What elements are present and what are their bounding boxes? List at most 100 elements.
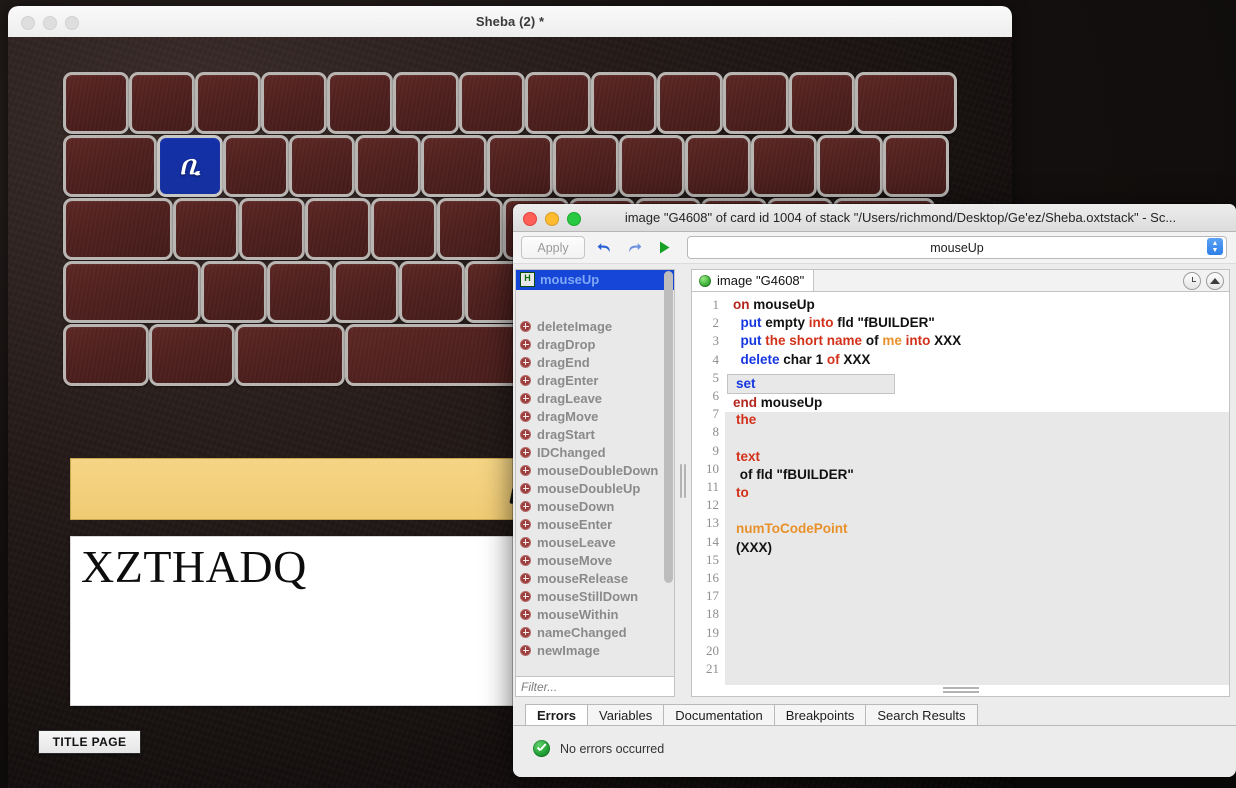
handler-list-item[interactable]: mouseWithin	[516, 605, 674, 623]
script-editor-traffic-lights[interactable]	[523, 212, 581, 226]
keyboard-key[interactable]	[63, 324, 149, 386]
handler-list-item[interactable]: mouseDoubleDown	[516, 461, 674, 479]
keyboard-key[interactable]	[487, 135, 553, 197]
handler-list-item[interactable]: dragMove	[516, 407, 674, 425]
keyboard-key[interactable]	[723, 72, 789, 134]
code-line[interactable]	[725, 594, 1229, 613]
vertical-splitter[interactable]	[675, 264, 691, 697]
run-play-icon[interactable]	[653, 237, 675, 259]
apply-button[interactable]: Apply	[521, 236, 585, 259]
undo-arrow-icon[interactable]	[593, 237, 615, 259]
code-line[interactable]: put the short name of me into XXX	[725, 332, 1229, 350]
redo-arrow-icon[interactable]	[623, 237, 645, 259]
bottom-tab-search-results[interactable]: Search Results	[865, 704, 978, 725]
bottom-tab-variables[interactable]: Variables	[587, 704, 665, 725]
code-line[interactable]	[725, 612, 1229, 631]
keyboard-key[interactable]	[195, 72, 261, 134]
code-line[interactable]	[725, 630, 1229, 649]
keyboard-key[interactable]	[149, 324, 235, 386]
code-line[interactable]: set the text of fld "fBUILDER" to numToC…	[727, 373, 895, 555]
keyboard-key[interactable]: ቢ	[157, 135, 223, 197]
code-line[interactable]: on mouseUp	[725, 296, 1229, 314]
keyboard-key[interactable]	[289, 135, 355, 197]
handler-list-item[interactable]: mouseEnter	[516, 515, 674, 533]
handler-list-item[interactable]: mouseStillDown	[516, 587, 674, 605]
keyboard-key[interactable]	[657, 72, 723, 134]
minimize-button-icon[interactable]	[545, 212, 559, 226]
keyboard-key[interactable]	[817, 135, 883, 197]
title-page-button[interactable]: TITLE PAGE	[38, 730, 141, 754]
code-line[interactable]: delete char 1 of XXX	[725, 351, 1229, 369]
close-button-icon[interactable]	[523, 212, 537, 226]
keyboard-key[interactable]	[459, 72, 525, 134]
chevron-updown-icon[interactable]: ▲ ▼	[1207, 238, 1223, 255]
keyboard-key[interactable]	[63, 261, 201, 323]
keyboard-key[interactable]	[399, 261, 465, 323]
handler-list-selected-item[interactable]: HmouseUp	[516, 270, 674, 290]
code-editor-area[interactable]: 1 2 3 4 5 6 7 8 9 10 11 12 13 14 15 16 17 18 19 20 21 on mou…	[691, 291, 1230, 697]
handler-list-item[interactable]: newImage	[516, 641, 674, 659]
handler-list-item[interactable]: mouseLeave	[516, 533, 674, 551]
chevron-up-icon[interactable]	[1206, 272, 1224, 290]
editor-tabbar[interactable]: image "G4608"	[691, 269, 1230, 291]
keyboard-key[interactable]	[333, 261, 399, 323]
handler-list-panel[interactable]: HmouseUp deleteImage dragDrop dragEnd dragEn…	[515, 269, 675, 697]
keyboard-key[interactable]	[201, 261, 267, 323]
keyboard-key[interactable]	[393, 72, 459, 134]
keyboard-key[interactable]	[305, 198, 371, 260]
stack-titlebar[interactable]: Sheba (2) *	[8, 6, 1012, 38]
bottom-tab-documentation[interactable]: Documentation	[663, 704, 775, 725]
keyboard-key[interactable]	[591, 72, 657, 134]
editor-tab-icons[interactable]	[1183, 272, 1224, 290]
keyboard-key[interactable]	[173, 198, 239, 260]
keyboard-key[interactable]	[421, 135, 487, 197]
keyboard-key[interactable]	[751, 135, 817, 197]
keyboard-key[interactable]	[553, 135, 619, 197]
handler-list[interactable]: HmouseUp deleteImage dragDrop dragEnd dragEn…	[516, 270, 674, 676]
handler-list-item[interactable]: dragDrop	[516, 335, 674, 353]
handler-filter-input[interactable]: Filter...	[516, 676, 674, 696]
keyboard-key[interactable]	[619, 135, 685, 197]
handler-list-item[interactable]: deleteImage	[516, 317, 674, 335]
handler-list-item[interactable]: IDChanged	[516, 443, 674, 461]
keyboard-key[interactable]	[129, 72, 195, 134]
handler-list-item[interactable]: mouseMove	[516, 551, 674, 569]
editor-tab-image-g4608[interactable]: image "G4608"	[692, 270, 815, 291]
fbuilder-field[interactable]: XZTHADQ	[70, 536, 588, 706]
keyboard-key[interactable]	[239, 198, 305, 260]
script-editor-window[interactable]: image "G4608" of card id 1004 of stack "…	[513, 204, 1236, 777]
code-line[interactable]	[725, 557, 1229, 576]
keyboard-key[interactable]	[525, 72, 591, 134]
handler-select[interactable]: mouseUp ▲ ▼	[687, 236, 1227, 259]
keyboard-key[interactable]	[63, 72, 129, 134]
handler-list-item[interactable]: dragLeave	[516, 389, 674, 407]
handler-list-item[interactable]: mouseDoubleUp	[516, 479, 674, 497]
handler-list-item[interactable]: mouseRelease	[516, 569, 674, 587]
handler-list-item[interactable]: dragStart	[516, 425, 674, 443]
keyboard-key[interactable]	[371, 198, 437, 260]
bottom-tab-errors[interactable]: Errors	[525, 704, 589, 725]
keyboard-key[interactable]	[685, 135, 751, 197]
handler-list-scroll-thumb[interactable]	[664, 271, 673, 583]
script-editor-titlebar[interactable]: image "G4608" of card id 1004 of stack "…	[513, 204, 1236, 232]
code-line[interactable]: put empty into fld "fBUILDER"	[725, 314, 1229, 332]
bottom-tab-breakpoints[interactable]: Breakpoints	[773, 704, 867, 725]
keyboard-key[interactable]	[355, 135, 421, 197]
keyboard-key[interactable]	[789, 72, 855, 134]
keyboard-key[interactable]	[855, 72, 957, 134]
code-line[interactable]	[725, 575, 1229, 594]
handler-list-scrollbar[interactable]	[664, 271, 673, 676]
keyboard-key[interactable]	[63, 135, 157, 197]
keyboard-key[interactable]	[261, 72, 327, 134]
keyboard-key[interactable]	[235, 324, 345, 386]
code-text-area[interactable]: on mouseUp put empty into fld "fBUILDER"…	[725, 292, 1229, 696]
keyboard-key[interactable]	[883, 135, 949, 197]
keyboard-key[interactable]	[223, 135, 289, 197]
bottom-tab-bar[interactable]: Errors Variables Documentation Breakpoints S…	[525, 697, 1236, 725]
keyboard-key[interactable]	[267, 261, 333, 323]
handler-list-item[interactable]: mouseDown	[516, 497, 674, 515]
code-lines[interactable]: on mouseUp put empty into fld "fBUILDER"…	[725, 292, 1229, 685]
handler-list-item[interactable]: dragEnter	[516, 371, 674, 389]
handler-list-item[interactable]: dragEnd	[516, 353, 674, 371]
keyboard-key[interactable]	[437, 198, 503, 260]
